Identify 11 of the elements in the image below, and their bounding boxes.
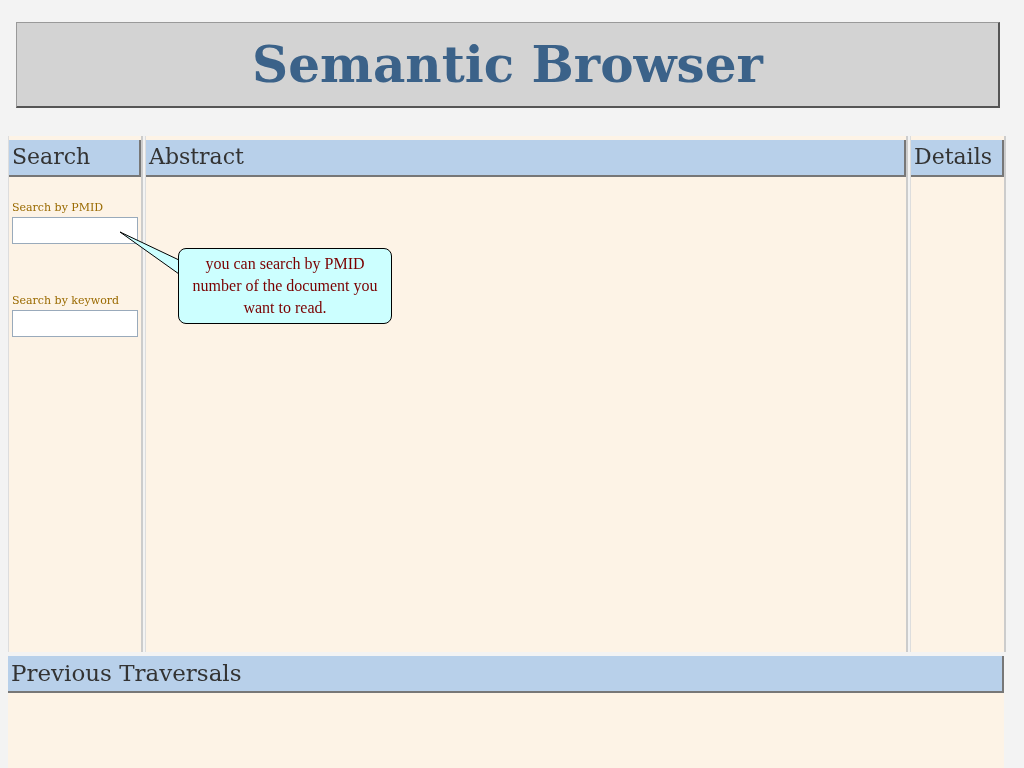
input-field[interactable] — [12, 310, 138, 337]
panel-heading: Search — [9, 140, 141, 177]
page-title: Semantic Browser — [252, 35, 763, 94]
input-field[interactable] — [12, 217, 138, 244]
field-label: Search by PMID — [12, 201, 105, 214]
callout-bubble: you can search by PMID number of the document you want to read. — [178, 248, 392, 324]
field-label: Search by keyword — [12, 294, 121, 307]
callout-pointer — [119, 231, 180, 275]
panel-heading: Previous Traversals — [8, 656, 1004, 693]
panel-heading: Abstract — [146, 140, 906, 177]
panel-heading: Details — [911, 140, 1004, 177]
